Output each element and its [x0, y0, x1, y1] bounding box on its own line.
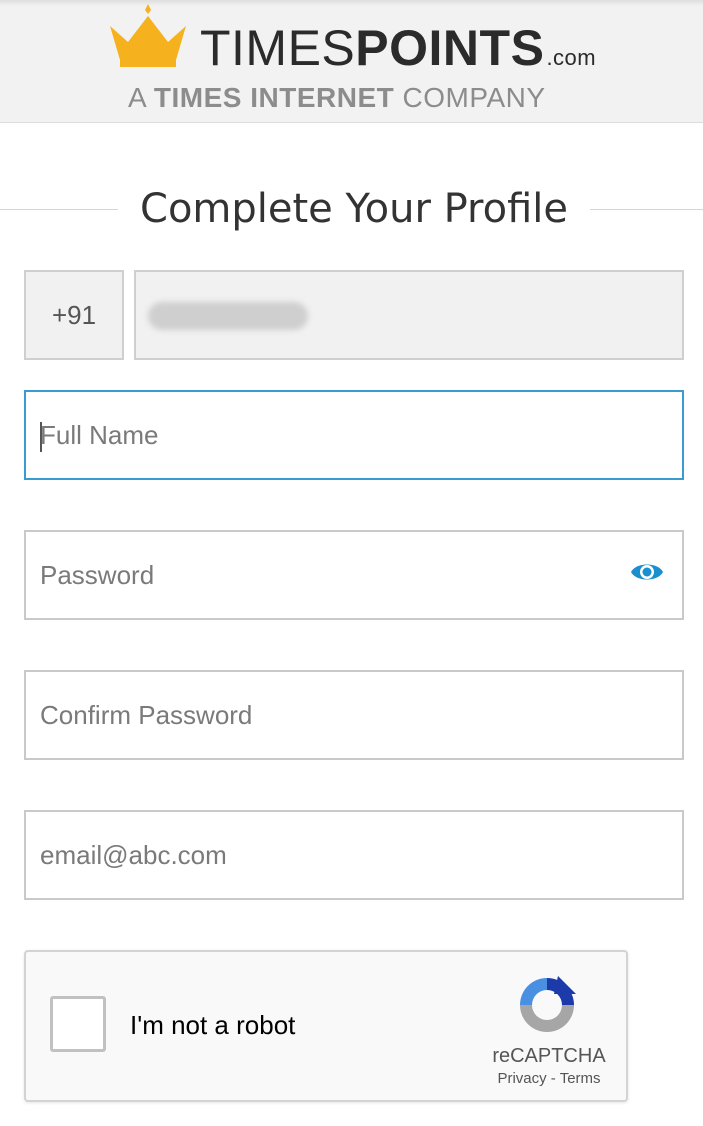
text-caret — [40, 422, 42, 452]
recaptcha-label: I'm not a robot — [130, 1010, 296, 1040]
site-header: TIMESPOINTS.com A TIMES INTERNET COMPANY — [0, 0, 703, 123]
full-name-input[interactable] — [26, 392, 682, 478]
confirm-password-input[interactable] — [26, 672, 682, 758]
link-separator: - — [546, 1070, 560, 1087]
crown-icon — [110, 4, 186, 67]
recaptcha-links: Privacy - Terms — [476, 1070, 622, 1088]
recaptcha-widget: I'm not a robot reCAPTCHA Privacy - Term… — [24, 950, 628, 1102]
title-divider-right — [590, 209, 703, 210]
brand-suffix: .com — [546, 45, 597, 70]
title-divider-left — [0, 209, 118, 210]
phone-number-field — [134, 270, 684, 360]
tagline-prefix: A — [128, 82, 146, 113]
recaptcha-logo-icon — [520, 976, 576, 1032]
header-shadow — [0, 0, 703, 6]
email-input[interactable] — [26, 812, 682, 898]
brand-logo[interactable]: TIMESPOINTS.com — [200, 20, 596, 86]
brand-thin: TIMES — [200, 20, 356, 76]
terms-link[interactable]: Terms — [560, 1070, 601, 1087]
title-row: Complete Your Profile — [0, 186, 703, 234]
eye-icon[interactable] — [630, 558, 664, 586]
country-code: +91 — [51, 300, 97, 330]
page-title: Complete Your Profile — [140, 186, 568, 232]
full-name-field[interactable] — [24, 390, 684, 480]
password-input[interactable] — [26, 532, 682, 618]
tagline-suffix: COMPANY — [402, 82, 546, 113]
phone-number-redacted — [148, 302, 308, 330]
email-field[interactable] — [24, 810, 684, 900]
tagline-bold: TIMES INTERNET — [153, 82, 395, 113]
privacy-link[interactable]: Privacy — [497, 1070, 546, 1087]
recaptcha-checkbox[interactable] — [50, 996, 106, 1052]
tagline: A TIMES INTERNET COMPANY — [128, 82, 546, 114]
confirm-password-field[interactable] — [24, 670, 684, 760]
country-code-field: +91 — [24, 270, 124, 360]
brand-bold: POINTS — [355, 20, 545, 76]
password-field[interactable] — [24, 530, 684, 620]
recaptcha-brand: reCAPTCHA — [492, 1045, 606, 1067]
